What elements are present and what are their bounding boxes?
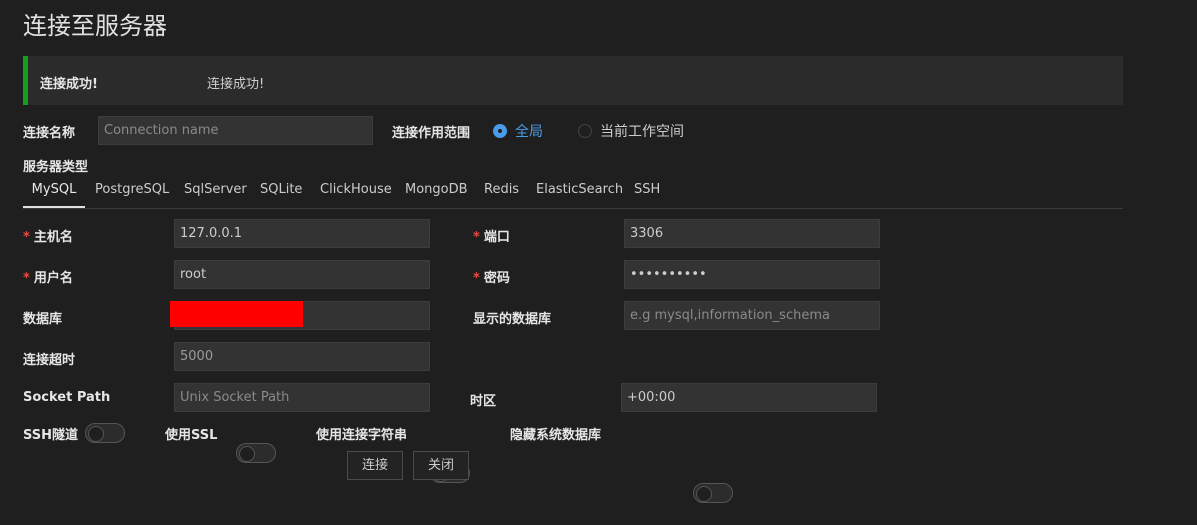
success-alert: 连接成功! 连接成功!	[23, 56, 1123, 105]
password-label: * 密码	[473, 271, 510, 286]
radio-selected-icon	[493, 124, 507, 138]
tab-sqlite[interactable]: SQLite	[260, 176, 302, 208]
tab-sqlserver[interactable]: SqlServer	[184, 176, 247, 208]
alert-title: 连接成功!	[40, 77, 98, 92]
server-type-label: 服务器类型	[23, 160, 89, 175]
port-label: * 端口	[473, 230, 510, 245]
server-type-tabs: MySQL PostgreSQL SqlServer SQLite ClickH…	[23, 176, 1123, 209]
ssh-tunnel-toggle[interactable]	[85, 423, 125, 443]
hide-system-db-label: 隐藏系统数据库	[510, 428, 602, 443]
tab-postgresql[interactable]: PostgreSQL	[95, 176, 169, 208]
alert-message: 连接成功!	[207, 77, 265, 92]
tab-mongodb[interactable]: MongoDB	[405, 176, 468, 208]
close-button[interactable]: 关闭	[413, 451, 469, 480]
tab-ssh[interactable]: SSH	[634, 176, 660, 208]
use-connection-string-label: 使用连接字符串	[316, 428, 408, 443]
host-input[interactable]	[174, 219, 430, 248]
scope-label: 连接作用范围	[392, 126, 471, 141]
connect-button[interactable]: 连接	[347, 451, 403, 480]
use-ssl-toggle[interactable]	[236, 443, 276, 463]
hide-system-db-toggle[interactable]	[693, 483, 733, 503]
port-input[interactable]	[624, 219, 880, 248]
password-input[interactable]	[624, 260, 880, 289]
redaction-block	[170, 301, 303, 327]
scope-workspace-label: 当前工作空间	[600, 124, 684, 140]
scope-global-label: 全局	[515, 124, 543, 140]
user-label: * 用户名	[23, 271, 73, 286]
show-databases-label: 显示的数据库	[473, 312, 552, 327]
tab-redis[interactable]: Redis	[484, 176, 519, 208]
radio-unselected-icon	[578, 124, 592, 138]
connection-name-label: 连接名称	[23, 126, 76, 141]
scope-global-radio[interactable]: 全局	[493, 121, 543, 141]
use-ssl-label: 使用SSL	[165, 428, 218, 443]
connection-name-input[interactable]	[98, 116, 373, 145]
socket-path-input[interactable]	[174, 383, 430, 412]
database-label: 数据库	[23, 312, 63, 327]
scope-workspace-radio[interactable]: 当前工作空间	[578, 121, 684, 141]
timezone-input[interactable]	[621, 383, 877, 412]
page-title: 连接至服务器	[23, 12, 167, 40]
tab-elasticsearch[interactable]: ElasticSearch	[536, 176, 623, 208]
tab-mysql[interactable]: MySQL	[23, 176, 85, 208]
timezone-label: 时区	[470, 394, 497, 409]
tab-clickhouse[interactable]: ClickHouse	[320, 176, 392, 208]
socket-path-label: Socket Path	[23, 390, 111, 405]
host-label: * 主机名	[23, 230, 73, 245]
user-input[interactable]	[174, 260, 430, 289]
show-databases-input[interactable]	[624, 301, 880, 330]
timeout-input[interactable]	[174, 342, 430, 371]
ssh-tunnel-label: SSH隧道	[23, 428, 79, 443]
timeout-label: 连接超时	[23, 353, 76, 368]
